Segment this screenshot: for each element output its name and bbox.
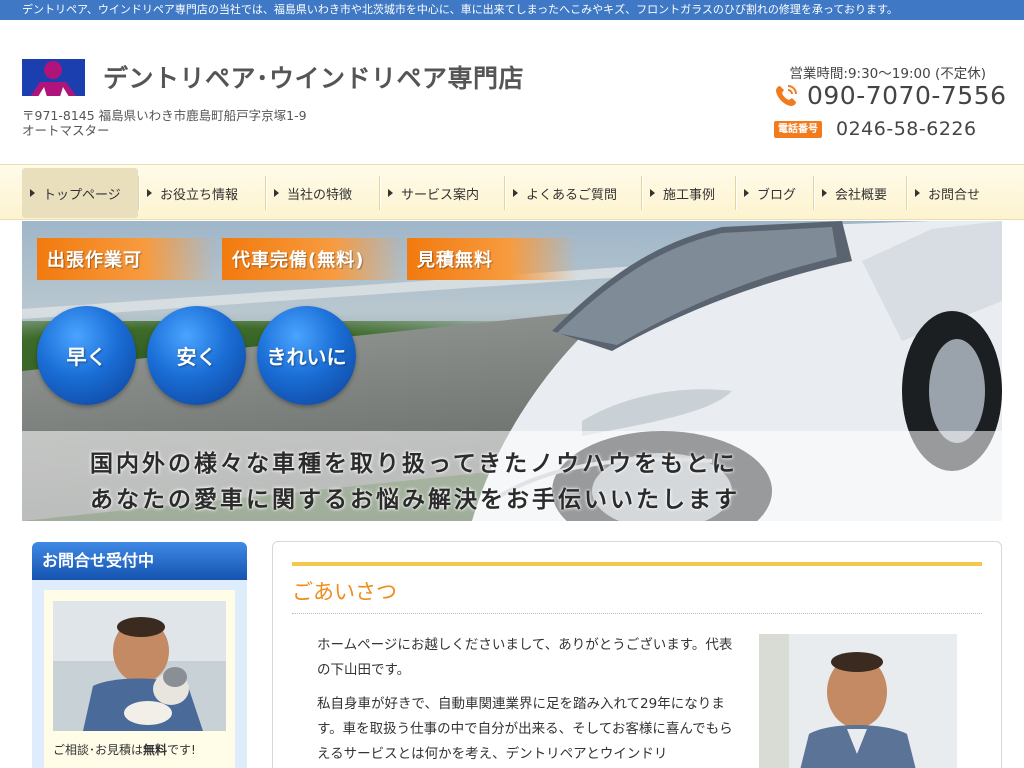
arrow-right-icon (650, 189, 655, 197)
caption-text: ご相談･お見積は (53, 743, 144, 757)
nav-label: 施工事例 (663, 187, 716, 203)
phone-label-badge: 電話番号 (774, 120, 822, 138)
badge-loaner-car: 代車完備(無料) (222, 238, 407, 280)
arrow-right-icon (744, 189, 749, 197)
greeting-paragraph-2: 私自身車が好きで、自動車関連業界に足を踏み入れて29年になります。車を取扱う仕事… (317, 696, 733, 762)
nav-item-useful-info[interactable]: お役立ち情報 (139, 168, 265, 218)
hero-banner: 出張作業可 代車完備(無料) 見積無料 早く 安く きれいに 国内外の様々な車種… (22, 221, 1002, 521)
business-hours: 営業時間:9:30〜19:00 (不定休) (789, 66, 986, 82)
arrow-right-icon (30, 189, 35, 197)
nav-label: 当社の特徴 (287, 187, 353, 203)
hero-tagline-1: 国内外の様々な車種を取り扱ってきたノウハウをもとに (90, 451, 738, 477)
badge-onsite-service: 出張作業可 (37, 238, 217, 280)
sidebar-contact-box: ご相談･お見積は無料です! (32, 580, 247, 768)
nav-label: ブログ (757, 187, 797, 203)
nav-item-services[interactable]: サービス案内 (380, 168, 504, 218)
caption-free: 無料 (143, 743, 168, 757)
nav-label: お問合せ (928, 187, 981, 203)
circle-fast: 早く (37, 306, 136, 405)
arrow-right-icon (915, 189, 920, 197)
nav-item-blog[interactable]: ブログ (736, 168, 813, 218)
nav-item-works[interactable]: 施工事例 (642, 168, 735, 218)
address-block: 〒971-8145 福島県いわき市鹿島町船戸字京塚1-9 オートマスター (22, 108, 307, 138)
caption-suffix: です! (167, 743, 196, 757)
badge-free-estimate: 見積無料 (407, 238, 577, 280)
arrow-right-icon (388, 189, 393, 197)
site-header: デントリペア･ウインドリペア専門店 〒971-8145 福島県いわき市鹿島町船戸… (0, 20, 1024, 164)
nav-label: トップページ (43, 187, 121, 203)
sidebar-inner-panel: ご相談･お見積は無料です! (44, 590, 235, 768)
circle-clean: きれいに (257, 306, 356, 405)
phone-icon (776, 84, 797, 106)
nav-item-features[interactable]: 当社の特徴 (266, 168, 379, 218)
nav-item-top[interactable]: トップページ (22, 168, 138, 218)
owner-with-cat-photo[interactable] (53, 601, 226, 731)
nav-item-company[interactable]: 会社概要 (814, 168, 906, 218)
nav-label: 会社概要 (835, 187, 888, 203)
main-phone[interactable]: 090-7070-7556 (773, 81, 1007, 110)
section-accent-bar (292, 562, 982, 566)
nav-label: よくあるご質問 (526, 187, 618, 203)
site-title[interactable]: デントリペア･ウインドリペア専門店 (103, 59, 524, 95)
shop-name: オートマスター (22, 123, 110, 138)
greeting-section: ごあいさつ ホームページにお越しくださいまして、ありがとうございます。代表の下山… (272, 541, 1002, 768)
sidebar-caption: ご相談･お見積は無料です! (53, 741, 226, 758)
arrow-right-icon (822, 189, 827, 197)
sub-phone[interactable]: 電話番号 0246-58-6226 (774, 118, 977, 140)
section-heading: ごあいさつ (292, 580, 397, 604)
owner-portrait-photo[interactable] (759, 634, 957, 768)
main-phone-number[interactable]: 090-7070-7556 (807, 81, 1007, 110)
nav-label: お役立ち情報 (160, 187, 239, 203)
arrow-right-icon (147, 189, 152, 197)
circle-cheap: 安く (147, 306, 246, 405)
arrow-right-icon (513, 189, 518, 197)
nav-item-faq[interactable]: よくあるご質問 (505, 168, 641, 218)
nav-item-contact[interactable]: お問合せ (907, 168, 993, 218)
arrow-right-icon (274, 189, 279, 197)
section-divider (292, 613, 982, 614)
company-logo[interactable] (22, 53, 85, 100)
global-nav: トップページ お役立ち情報 当社の特徴 サービス案内 よくあるご質問 施工事例 (0, 164, 1024, 220)
top-announcement-bar: デントリペア、ウインドリペア専門店の当社では、福島県いわき市や北茨城市を中心に、… (0, 0, 1024, 20)
nav-label: サービス案内 (401, 187, 480, 203)
greeting-paragraph-1: ホームページにお越しくださいまして、ありがとうございます。代表の下山田です。 (317, 637, 733, 678)
hero-tagline-2: あなたの愛車に関するお悩み解決をお手伝いいたします (90, 487, 740, 513)
sub-phone-number[interactable]: 0246-58-6226 (836, 118, 977, 140)
sidebar-heading: お問合せ受付中 (32, 542, 247, 580)
top-announcement-text: デントリペア、ウインドリペア専門店の当社では、福島県いわき市や北茨城市を中心に、… (22, 3, 898, 16)
address-line: 〒971-8145 福島県いわき市鹿島町船戸字京塚1-9 (22, 108, 307, 123)
